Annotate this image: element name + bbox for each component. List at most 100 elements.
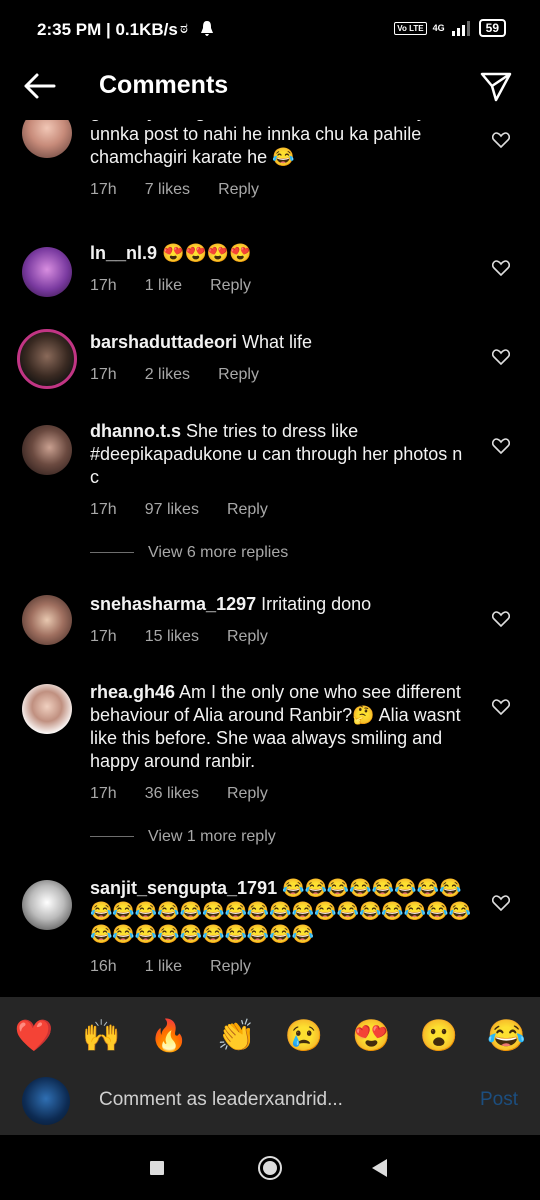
comment-input[interactable]: Comment as leaderxandrid... bbox=[99, 1089, 343, 1111]
reaction-raising-hands[interactable]: 🙌 bbox=[76, 1011, 126, 1061]
post-button[interactable]: Post bbox=[480, 1089, 518, 1111]
view-more-replies[interactable]: View 6 more replies bbox=[90, 544, 390, 562]
avatar[interactable] bbox=[22, 684, 72, 734]
comment-username[interactable]: snehasharma_1297 bbox=[90, 594, 256, 614]
reply-button[interactable]: Reply bbox=[210, 274, 251, 297]
paper-plane-icon[interactable] bbox=[480, 70, 512, 102]
comment-username[interactable]: sanjit_sengupta_1791 bbox=[90, 878, 277, 898]
page-title: Comments bbox=[99, 71, 229, 99]
header: Comments bbox=[0, 60, 540, 120]
sim-glyph: ಠ bbox=[180, 20, 188, 37]
comment-time: 17h bbox=[90, 785, 117, 802]
comment-meta: 17h 36 likes Reply bbox=[90, 782, 472, 805]
back-triangle-icon[interactable] bbox=[372, 1159, 387, 1177]
avatar[interactable] bbox=[22, 595, 72, 645]
comment-input-row: Comment as leaderxandrid... Post bbox=[0, 1065, 540, 1135]
comment-body: snehasharma_1297 Irritating dono 17h 15 l… bbox=[90, 593, 472, 648]
recents-icon[interactable] bbox=[150, 1161, 164, 1175]
comment-meta: 17h 15 likes Reply bbox=[90, 625, 472, 648]
comment-time: 16h bbox=[90, 958, 117, 975]
reply-button[interactable]: Reply bbox=[218, 178, 259, 201]
avatar[interactable] bbox=[22, 247, 72, 297]
comment-text: 😍😍😍😍 bbox=[157, 243, 252, 263]
comment-body: geetanjalinngane77 Mr ratan Tata k bday … bbox=[90, 120, 472, 201]
quick-reactions: ❤️ 🙌 🔥 👏 😢 😍 😮 😂 bbox=[0, 1011, 540, 1061]
comments-list[interactable]: geetanjalinngane77 Mr ratan Tata k bday … bbox=[0, 120, 540, 997]
comment-meta: 17h 97 likes Reply bbox=[90, 498, 472, 521]
heart-icon[interactable] bbox=[492, 895, 510, 911]
heart-icon[interactable] bbox=[492, 132, 510, 148]
reply-button[interactable]: Reply bbox=[227, 498, 268, 521]
comment-likes[interactable]: 7 likes bbox=[145, 178, 190, 201]
home-icon[interactable] bbox=[258, 1156, 282, 1180]
comment-likes[interactable]: 15 likes bbox=[145, 625, 199, 648]
comment-text: Irritating dono bbox=[256, 594, 372, 614]
comment-text-line: ln__nl.9 😍😍😍😍 bbox=[90, 242, 472, 265]
reaction-surprised[interactable]: 😮 bbox=[414, 1011, 464, 1061]
comment-likes[interactable]: 1 like bbox=[145, 955, 182, 978]
reaction-fire[interactable]: 🔥 bbox=[144, 1011, 194, 1061]
comment-username[interactable]: barshaduttadeori bbox=[90, 332, 237, 352]
arrow-left-icon[interactable] bbox=[22, 72, 56, 100]
comment-likes[interactable]: 97 likes bbox=[145, 498, 199, 521]
comment-text: Mr ratan Tata k bday unnka post to nahi … bbox=[90, 120, 426, 167]
comment-time: 17h bbox=[90, 181, 117, 198]
comment-likes[interactable]: 2 likes bbox=[145, 363, 190, 386]
avatar[interactable] bbox=[22, 880, 72, 930]
reply-button[interactable]: Reply bbox=[210, 955, 251, 978]
comment-meta: 17h 1 like Reply bbox=[90, 274, 472, 297]
avatar bbox=[22, 1077, 70, 1125]
reaction-laughing[interactable]: 😂 bbox=[481, 1011, 531, 1061]
comment-body: dhanno.t.s She tries to dress like #deep… bbox=[90, 420, 472, 521]
reply-button[interactable]: Reply bbox=[227, 625, 268, 648]
view-more-replies[interactable]: View 1 more reply bbox=[90, 828, 390, 846]
comment-composer-tray: ❤️ 🙌 🔥 👏 😢 😍 😮 😂 Comment as leaderxandri… bbox=[0, 997, 540, 1135]
avatar[interactable] bbox=[22, 120, 72, 158]
comment-time: 17h bbox=[90, 628, 117, 645]
comment-text: What life bbox=[237, 332, 313, 352]
divider bbox=[90, 836, 134, 838]
comment-time: 17h bbox=[90, 501, 117, 518]
reaction-crying[interactable]: 😢 bbox=[279, 1011, 329, 1061]
comment-username[interactable]: dhanno.t.s bbox=[90, 421, 181, 441]
comment-time: 17h bbox=[90, 366, 117, 383]
comment-text-line: sanjit_sengupta_1791 😂😂😂😂😂😂😂😂😂😂😂😂😂😂😂😂😂😂😂… bbox=[90, 877, 472, 946]
comment-username[interactable]: geetanjalinngane77 bbox=[90, 120, 257, 121]
reaction-clap[interactable]: 👏 bbox=[211, 1011, 261, 1061]
comment-likes[interactable]: 1 like bbox=[145, 274, 182, 297]
reply-button[interactable]: Reply bbox=[218, 363, 259, 386]
reaction-heart-eyes[interactable]: 😍 bbox=[346, 1011, 396, 1061]
comment-time: 17h bbox=[90, 277, 117, 294]
reply-button[interactable]: Reply bbox=[227, 782, 268, 805]
comment-username[interactable]: ln__nl.9 bbox=[90, 243, 157, 263]
reaction-heart[interactable]: ❤️ bbox=[9, 1011, 59, 1061]
network-type: 4G bbox=[432, 23, 445, 33]
avatar[interactable] bbox=[22, 425, 72, 475]
comment-text-line: snehasharma_1297 Irritating dono bbox=[90, 593, 472, 616]
comment-text-line: barshaduttadeori What life bbox=[90, 331, 472, 354]
comment-meta: 16h 1 like Reply bbox=[90, 955, 472, 978]
heart-icon[interactable] bbox=[492, 349, 510, 365]
comment-meta: 17h 7 likes Reply bbox=[90, 178, 472, 201]
heart-icon[interactable] bbox=[492, 260, 510, 276]
comment-username[interactable]: rhea.gh46 bbox=[90, 682, 175, 702]
comment-body: barshaduttadeori What life 17h 2 likes Rep… bbox=[90, 331, 472, 386]
view-more-replies-label[interactable]: View 6 more replies bbox=[148, 544, 288, 561]
heart-icon[interactable] bbox=[492, 611, 510, 627]
comment-body: rhea.gh46 Am I the only one who see diff… bbox=[90, 681, 472, 805]
comment-likes[interactable]: 36 likes bbox=[145, 782, 199, 805]
heart-icon[interactable] bbox=[492, 699, 510, 715]
comment-body: sanjit_sengupta_1791 😂😂😂😂😂😂😂😂😂😂😂😂😂😂😂😂😂😂😂… bbox=[90, 877, 472, 978]
comment-text-line: geetanjalinngane77 Mr ratan Tata k bday … bbox=[90, 120, 472, 169]
status-icons: Vo LTE 4G 59 bbox=[394, 19, 506, 37]
comment-text-line: rhea.gh46 Am I the only one who see diff… bbox=[90, 681, 472, 773]
signal-icon bbox=[451, 21, 470, 36]
view-more-replies-label[interactable]: View 1 more reply bbox=[148, 828, 276, 845]
volte-badge: Vo LTE bbox=[394, 21, 427, 35]
avatar[interactable] bbox=[17, 329, 77, 389]
battery-level: 59 bbox=[478, 19, 506, 37]
status-time: 2:35 PM | 0.1KB/s bbox=[37, 20, 178, 39]
heart-icon[interactable] bbox=[492, 438, 510, 454]
comment-text-line: dhanno.t.s She tries to dress like #deep… bbox=[90, 420, 472, 489]
system-nav-bar bbox=[0, 1135, 540, 1200]
